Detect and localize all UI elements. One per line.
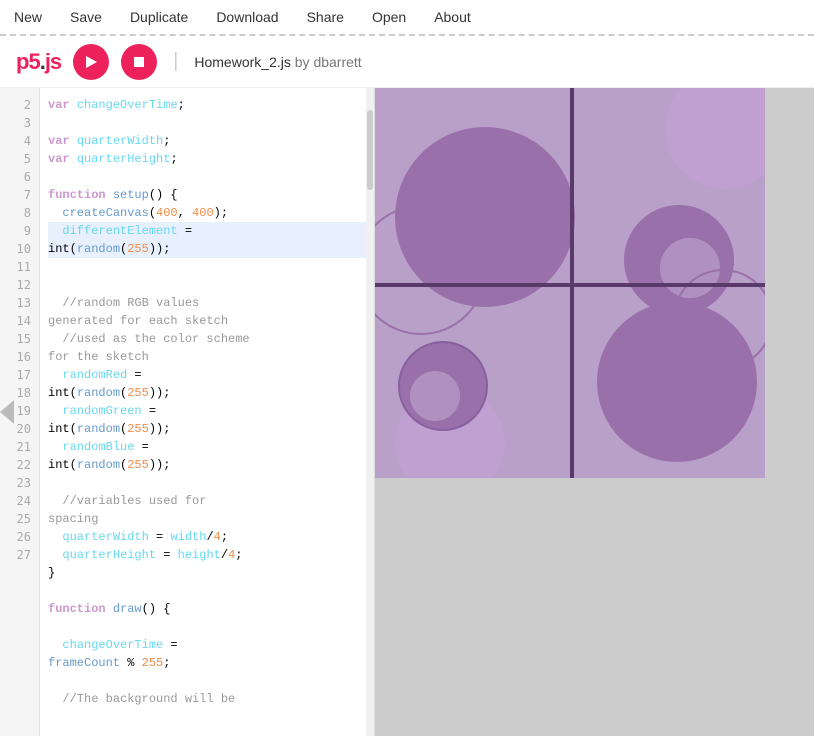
line-num-16: 16 [0, 348, 39, 366]
line-num-18: 18 [0, 384, 39, 402]
arc-top-right [665, 88, 766, 189]
line-num-8: 8 [0, 204, 39, 222]
top-navigation: New Save Duplicate Download Share Open A… [0, 0, 814, 36]
line-num-14: 14 [0, 312, 39, 330]
scrollbar-track[interactable] [366, 88, 374, 736]
nav-save[interactable]: Save [66, 7, 106, 27]
line-num-13: 13 [0, 294, 39, 312]
line-num-4: 4 [0, 132, 39, 150]
code-editor[interactable]: var changeOverTime; var quarterWidth; va… [40, 88, 374, 736]
nav-duplicate[interactable]: Duplicate [126, 7, 192, 27]
line-num-10: 10 [0, 240, 39, 258]
sketch-canvas [375, 88, 765, 478]
line-num-26: 26 [0, 528, 39, 546]
main-content: 2 3 4 5 6 7 8 9 10 11 12 13 14 15 16 17 … [0, 88, 814, 736]
sketch-name: Homework_2.js [194, 54, 290, 70]
line-num-25: 25 [0, 510, 39, 528]
nav-new[interactable]: New [10, 7, 46, 27]
play-button[interactable] [73, 44, 109, 80]
vertical-divider [570, 88, 574, 478]
line-num-9: 9 [0, 222, 39, 240]
nav-download[interactable]: Download [212, 7, 282, 27]
editor-header: p5.js | Homework_2.js by dbarrett [0, 36, 814, 88]
line-num-7: 7 [0, 186, 39, 204]
header-divider: | [173, 50, 178, 73]
line-num-24: 24 [0, 492, 39, 510]
editor-panel: 2 3 4 5 6 7 8 9 10 11 12 13 14 15 16 17 … [0, 88, 375, 736]
sketch-info: Homework_2.js by dbarrett [194, 54, 361, 70]
line-num-20: 20 [0, 420, 39, 438]
nav-share[interactable]: Share [303, 7, 348, 27]
line-num-21: 21 [0, 438, 39, 456]
line-num-22: 22 [0, 456, 39, 474]
line-num-15: 15 [0, 330, 39, 348]
nav-open[interactable]: Open [368, 7, 410, 27]
line-num-3: 3 [0, 114, 39, 132]
p5-logo: p5.js [16, 49, 61, 75]
line-num-6: 6 [0, 168, 39, 186]
line-num-27: 27 [0, 546, 39, 564]
line-num-12: 12 [0, 276, 39, 294]
line-num-2: 2 [0, 96, 39, 114]
line-num-5: 5 [0, 150, 39, 168]
scrollbar-thumb[interactable] [367, 110, 373, 190]
line-num-23: 23 [0, 474, 39, 492]
line-num-17: 17 [0, 366, 39, 384]
preview-panel [375, 88, 814, 736]
stop-button[interactable] [121, 44, 157, 80]
author-name: dbarrett [313, 54, 361, 70]
nav-about[interactable]: About [430, 7, 475, 27]
line-num-11: 11 [0, 258, 39, 276]
by-text: by [295, 54, 314, 70]
canvas-background [375, 88, 765, 478]
